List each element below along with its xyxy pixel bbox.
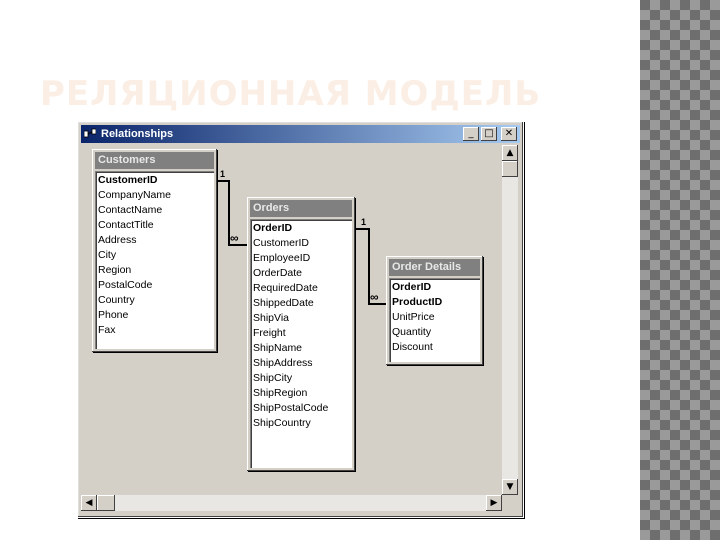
- horizontal-scroll-thumb[interactable]: [97, 495, 115, 511]
- field-fax[interactable]: Fax: [98, 324, 116, 337]
- field-phone[interactable]: Phone: [98, 309, 128, 322]
- field-customerid[interactable]: CustomerID: [253, 237, 309, 250]
- field-country[interactable]: Country: [98, 294, 135, 307]
- field-productid[interactable]: ProductID: [392, 296, 442, 309]
- field-discount[interactable]: Discount: [392, 341, 433, 354]
- field-shipcountry[interactable]: ShipCountry: [253, 417, 311, 430]
- relationship-one-label: 1: [220, 169, 226, 179]
- field-address[interactable]: Address: [98, 234, 137, 247]
- field-shipregion[interactable]: ShipRegion: [253, 387, 307, 400]
- field-orderid[interactable]: OrderID: [253, 222, 292, 235]
- decorative-side-strip: [640, 0, 720, 540]
- field-freight[interactable]: Freight: [253, 327, 286, 340]
- field-orderdate[interactable]: OrderDate: [253, 267, 302, 280]
- relationship-many-label: ∞: [370, 290, 379, 304]
- field-region[interactable]: Region: [98, 264, 131, 277]
- field-city[interactable]: City: [98, 249, 116, 262]
- relationships-icon: [84, 128, 96, 138]
- vertical-scrollbar[interactable]: ▲ ▼: [502, 145, 518, 495]
- field-contactname[interactable]: ContactName: [98, 204, 162, 217]
- field-list: OrderID CustomerID EmployeeID OrderDate …: [250, 219, 352, 468]
- window-title: Relationships: [101, 128, 174, 140]
- field-shippostalcode[interactable]: ShipPostalCode: [253, 402, 328, 415]
- slide-title: РЕЛЯЦИОННАЯ МОДЕЛЬ: [40, 74, 542, 114]
- relationships-window: Relationships _ □ ✕ Customers CustomerID…: [77, 121, 524, 518]
- field-contacttitle[interactable]: ContactTitle: [98, 219, 154, 232]
- minimize-button[interactable]: _: [463, 127, 479, 141]
- field-companyname[interactable]: CompanyName: [98, 189, 171, 202]
- field-shipcity[interactable]: ShipCity: [253, 372, 292, 385]
- scroll-left-arrow-icon[interactable]: ◀: [81, 495, 97, 511]
- field-quantity[interactable]: Quantity: [392, 326, 431, 339]
- field-shipname[interactable]: ShipName: [253, 342, 302, 355]
- field-shipaddress[interactable]: ShipAddress: [253, 357, 313, 370]
- field-shippeddate[interactable]: ShippedDate: [253, 297, 314, 310]
- table-orders[interactable]: Orders OrderID CustomerID EmployeeID Ord…: [247, 197, 355, 471]
- close-button[interactable]: ✕: [501, 127, 517, 141]
- field-requireddate[interactable]: RequiredDate: [253, 282, 318, 295]
- table-header[interactable]: Orders: [250, 200, 352, 217]
- relationship-one-label: 1: [361, 217, 367, 227]
- table-header[interactable]: Customers: [95, 152, 214, 169]
- maximize-button[interactable]: □: [481, 127, 497, 141]
- field-shipvia[interactable]: ShipVia: [253, 312, 289, 325]
- scroll-up-arrow-icon[interactable]: ▲: [502, 145, 518, 161]
- field-employeeid[interactable]: EmployeeID: [253, 252, 310, 265]
- field-orderid[interactable]: OrderID: [392, 281, 431, 294]
- table-header[interactable]: Order Details: [389, 259, 480, 276]
- horizontal-scrollbar[interactable]: ◀ ▶: [81, 495, 502, 511]
- field-list: OrderID ProductID UnitPrice Quantity Dis…: [389, 278, 480, 362]
- field-postalcode[interactable]: PostalCode: [98, 279, 152, 292]
- vertical-scroll-thumb[interactable]: [502, 161, 518, 177]
- field-list: CustomerID CompanyName ContactName Conta…: [95, 171, 214, 349]
- table-order-details[interactable]: Order Details OrderID ProductID UnitPric…: [386, 256, 483, 365]
- table-customers[interactable]: Customers CustomerID CompanyName Contact…: [92, 149, 217, 352]
- relationship-many-label: ∞: [230, 231, 239, 245]
- field-unitprice[interactable]: UnitPrice: [392, 311, 435, 324]
- scroll-down-arrow-icon[interactable]: ▼: [502, 479, 518, 495]
- scroll-right-arrow-icon[interactable]: ▶: [486, 495, 502, 511]
- window-titlebar[interactable]: Relationships _ □ ✕: [81, 125, 520, 143]
- field-customerid[interactable]: CustomerID: [98, 174, 158, 187]
- relationships-canvas[interactable]: Customers CustomerID CompanyName Contact…: [81, 145, 502, 495]
- scrollbar-corner: [502, 495, 518, 511]
